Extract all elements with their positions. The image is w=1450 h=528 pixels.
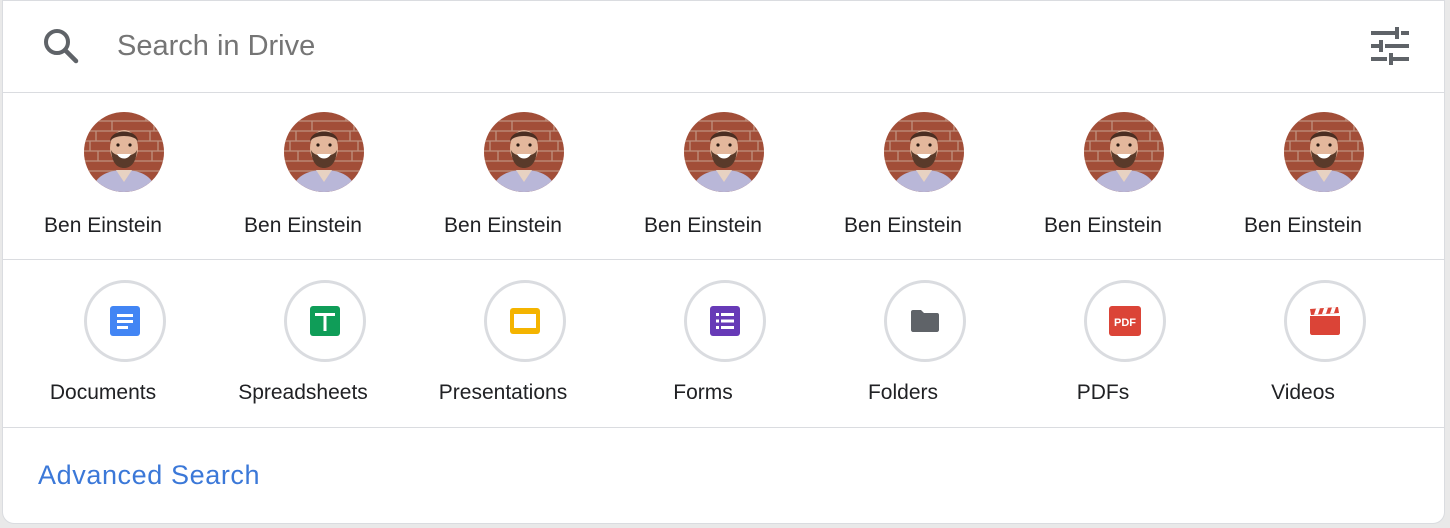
file-type-documents[interactable]: Documents [3, 260, 203, 427]
person-chip[interactable]: Ben Einstein [1003, 93, 1203, 259]
svg-text:PDF: PDF [1114, 317, 1136, 329]
docs-icon [84, 280, 166, 362]
person-chip[interactable]: Ben Einstein [603, 93, 803, 259]
sheets-icon [284, 280, 366, 362]
people-row: Ben Einstein Ben Einstein Ben Einstein B… [3, 93, 1444, 260]
avatar [84, 112, 164, 192]
search-input[interactable] [117, 23, 1317, 69]
file-type-row: Documents Spreadsheets Presentations For… [3, 260, 1444, 428]
advanced-search-link[interactable]: Advanced Search [38, 460, 260, 491]
pdf-icon: PDF [1084, 280, 1166, 362]
search-bar [3, 1, 1444, 93]
avatar [884, 112, 964, 192]
forms-icon [684, 280, 766, 362]
avatar [1084, 112, 1164, 192]
tune-icon[interactable] [1365, 23, 1415, 69]
search-icon[interactable] [41, 26, 81, 66]
file-type-pdfs[interactable]: PDF PDFs [1003, 260, 1203, 427]
slides-icon [484, 280, 566, 362]
file-type-label: Videos [1271, 381, 1335, 404]
file-type-presentations[interactable]: Presentations [403, 260, 603, 427]
person-chip[interactable]: Ben Einstein [403, 93, 603, 259]
file-type-videos[interactable]: Videos [1203, 260, 1403, 427]
person-chip[interactable]: Ben Einstein [1203, 93, 1403, 259]
person-chip[interactable]: Ben Einstein [203, 93, 403, 259]
video-icon [1284, 280, 1366, 362]
person-name: Ben Einstein [1244, 214, 1362, 237]
file-type-spreadsheets[interactable]: Spreadsheets [203, 260, 403, 427]
folder-icon [884, 280, 966, 362]
avatar [284, 112, 364, 192]
search-panel: Ben Einstein Ben Einstein Ben Einstein B… [2, 0, 1445, 524]
avatar [1284, 112, 1364, 192]
avatar [684, 112, 764, 192]
person-chip[interactable]: Ben Einstein [3, 93, 203, 259]
avatar [484, 112, 564, 192]
file-type-folders[interactable]: Folders [803, 260, 1003, 427]
person-chip[interactable]: Ben Einstein [803, 93, 1003, 259]
file-type-forms[interactable]: Forms [603, 260, 803, 427]
